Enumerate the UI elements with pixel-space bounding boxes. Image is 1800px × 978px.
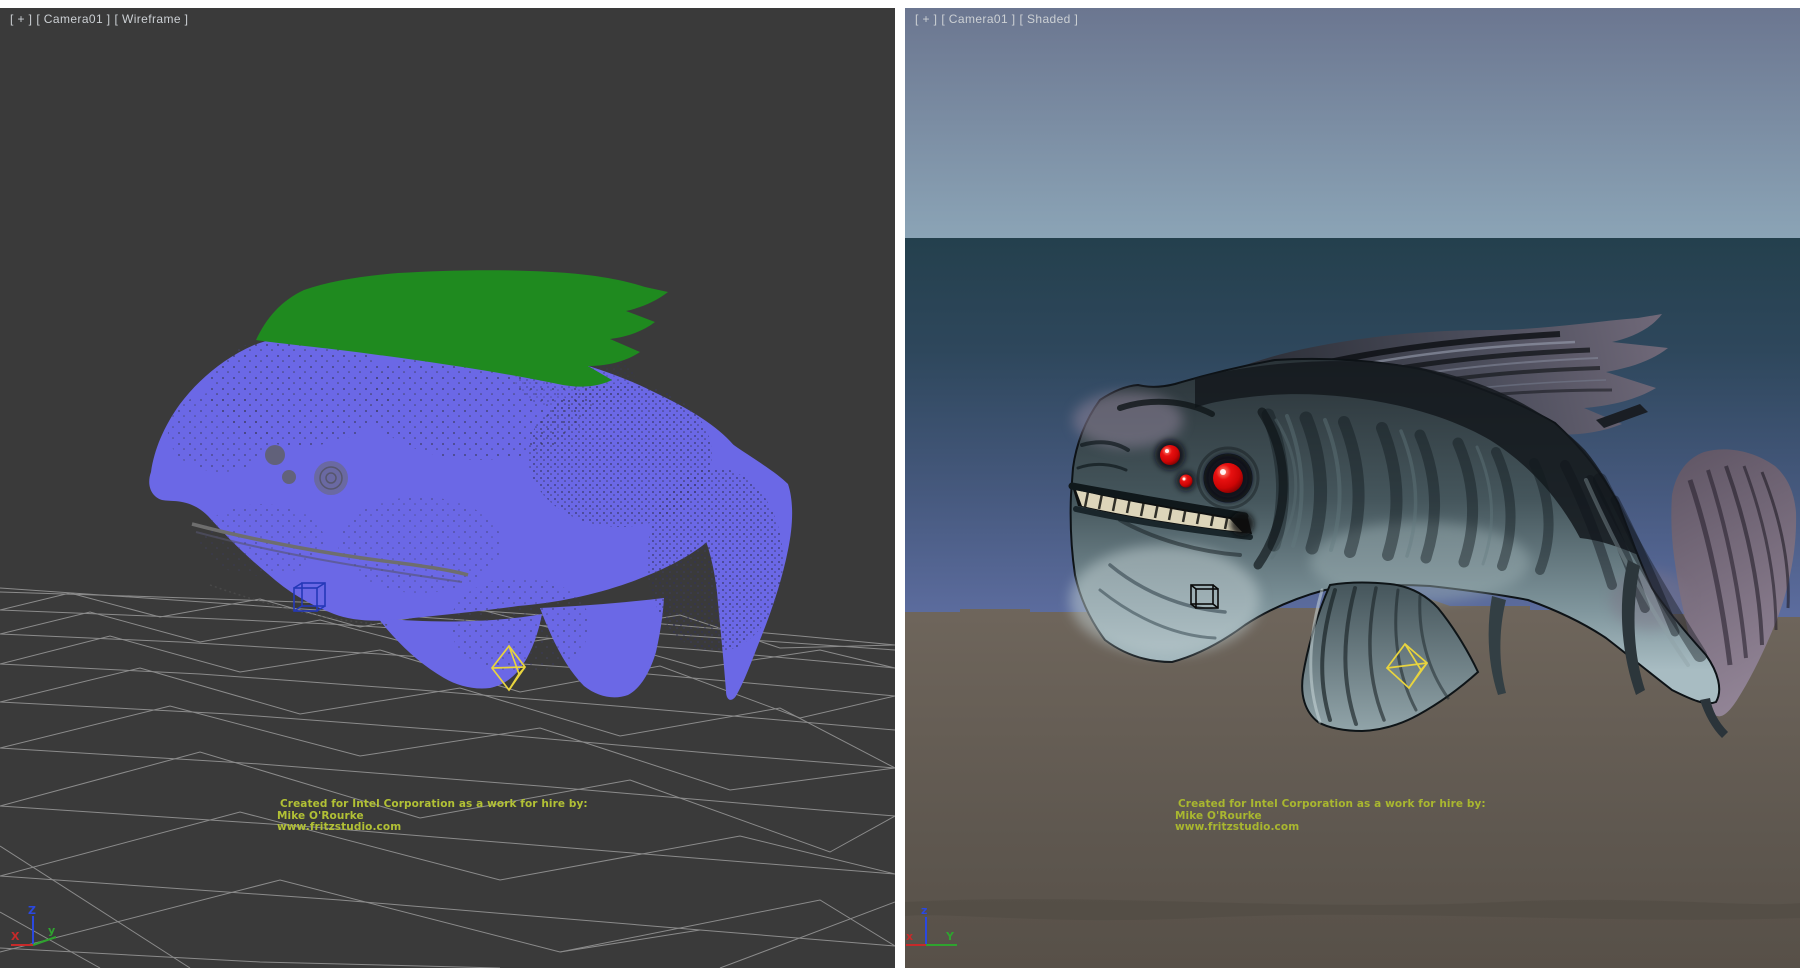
axis-y-label: y: [48, 924, 55, 937]
eye-large: [1213, 463, 1243, 493]
watermark-credit-text: Created for Intel Corporation as a work …: [1175, 799, 1486, 834]
viewport-menu-shading[interactable]: [ Shaded ]: [1020, 12, 1079, 26]
credit-line: www.fritzstudio.com: [277, 822, 588, 834]
viewport-menu-camera[interactable]: [ Camera01 ]: [36, 12, 110, 26]
viewport-menu-camera[interactable]: [ Camera01 ]: [941, 12, 1015, 26]
belly-highlight: [1070, 545, 1260, 655]
viewport-wireframe[interactable]: Z X y [ + ] [ Camera01 ] [ Wireframe ] Cre…: [0, 8, 895, 968]
sky: [905, 8, 1800, 238]
viewport-label: [ + ] [ Camera01 ] [ Shaded ]: [915, 12, 1078, 26]
credit-line: Created for Intel Corporation as a work …: [1175, 799, 1486, 811]
viewport-menu-general[interactable]: [ + ]: [915, 12, 937, 26]
axis-x-label: x: [906, 930, 913, 943]
viewport-label: [ + ] [ Camera01 ] [ Wireframe ]: [10, 12, 188, 26]
viewport-shaded[interactable]: z x Y [ + ] [ Camera01 ] [ Shaded ] Create…: [905, 8, 1800, 968]
credit-line: Created for Intel Corporation as a work …: [277, 799, 588, 811]
axis-x-label: X: [11, 930, 20, 943]
eye-medium: [1160, 445, 1180, 465]
eye-small: [1180, 475, 1193, 488]
viewport-menu-shading[interactable]: [ Wireframe ]: [115, 12, 189, 26]
watermark-credit-text: Created for Intel Corporation as a work …: [277, 799, 588, 834]
axis-z-label: z: [921, 904, 927, 917]
axis-y-label: Y: [945, 930, 955, 943]
viewport-menu-general[interactable]: [ + ]: [10, 12, 32, 26]
credit-line: www.fritzstudio.com: [1175, 822, 1486, 834]
axis-z-label: Z: [28, 904, 36, 917]
